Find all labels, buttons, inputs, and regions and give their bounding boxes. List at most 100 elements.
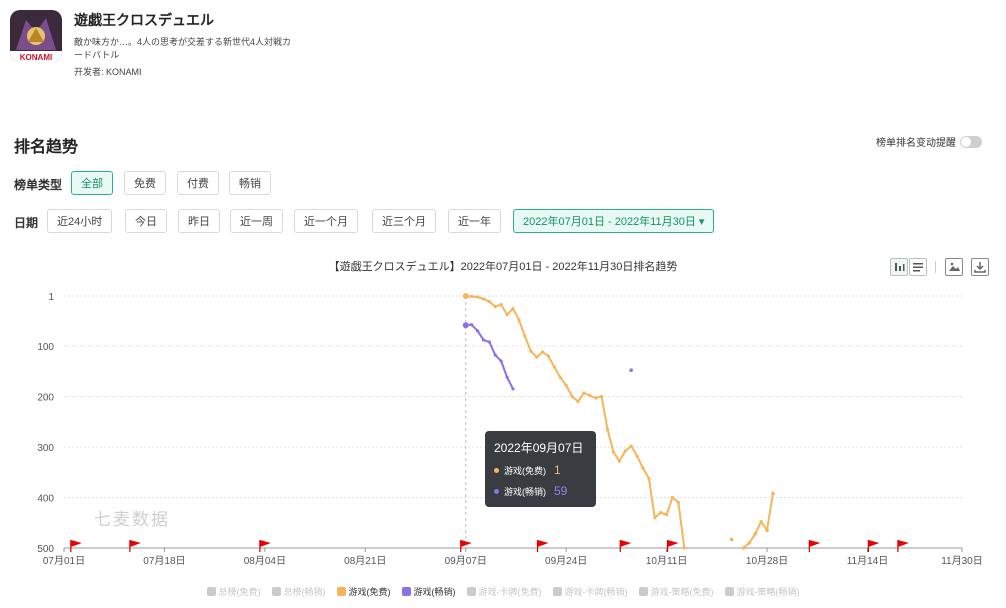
legend-item[interactable]: 游戏-策略(畅销) [724, 585, 800, 598]
date-today[interactable]: 今日 [125, 209, 167, 233]
rank-alert-toggle[interactable]: 榜单排名变动提醒 [876, 134, 982, 149]
y-tick-label: 1 [48, 292, 54, 303]
date-24h[interactable]: 近24小时 [47, 209, 113, 233]
tooltip-series-name: 游戏(免费) [504, 465, 546, 476]
series-point [517, 318, 521, 322]
series-point [570, 394, 574, 399]
event-flag-icon [809, 540, 821, 547]
series-line [465, 323, 514, 390]
series-point [493, 305, 497, 309]
date-year[interactable]: 近一年 [448, 209, 501, 233]
series-point [582, 391, 586, 395]
y-tick-label: 500 [37, 544, 54, 555]
event-flag-icon [70, 540, 82, 547]
date-range-picker[interactable]: 2022年07月01日 - 2022年11月30日 ▾ [513, 209, 715, 233]
legend-swatch-icon [336, 587, 346, 596]
date-three-months[interactable]: 近三个月 [372, 209, 436, 233]
legend-swatch-icon [271, 587, 281, 596]
series-dot-icon [494, 467, 499, 473]
legend-item[interactable]: 游戏-卡牌(畅销) [552, 585, 628, 598]
series-point [511, 307, 515, 311]
hover-point [462, 322, 469, 329]
legend-item[interactable]: 总榜(免费) [206, 585, 261, 598]
app-icon-logo-text: KONAMI [20, 53, 52, 62]
series-point [546, 354, 551, 358]
x-tick-label: 07月01日 [43, 555, 85, 567]
download-icon[interactable] [971, 258, 989, 276]
x-tick-label: 11月30日 [941, 555, 983, 567]
series-point [629, 444, 633, 448]
list-view-icon[interactable] [909, 258, 927, 276]
legend-label: 游戏-卡牌(免费) [478, 587, 542, 597]
series-point [535, 355, 539, 359]
filter-type-free[interactable]: 免费 [124, 171, 166, 195]
tooltip-row: 游戏(免费) 1 [494, 463, 587, 477]
legend-item[interactable]: 游戏-策略(免费) [638, 585, 714, 598]
rank-alert-label: 榜单排名变动提醒 [876, 138, 956, 149]
watermark: 七麦数据 [94, 510, 170, 529]
series-point [729, 537, 734, 542]
series-point [529, 349, 533, 353]
series-point [594, 396, 598, 400]
legend-swatch-icon [401, 587, 411, 596]
series-point [623, 449, 627, 453]
legend-item[interactable]: 游戏(畅销) [401, 585, 456, 598]
y-tick-label: 200 [37, 392, 54, 403]
legend-item[interactable]: 总榜(畅销) [271, 585, 326, 598]
legend-swatch-icon [552, 587, 562, 596]
event-flag-icon [897, 540, 909, 547]
legend-label: 游戏(免费) [348, 587, 391, 597]
series-point [653, 516, 657, 520]
series-point [617, 459, 621, 463]
series-point [641, 466, 645, 470]
date-month[interactable]: 近一个月 [294, 209, 358, 233]
series-line [465, 295, 686, 549]
legend-swatch-icon [724, 587, 734, 596]
legend-label: 游戏-策略(畅销) [736, 587, 800, 597]
x-tick-label: 10月11日 [646, 555, 688, 567]
legend-item[interactable]: 游戏-卡牌(免费) [466, 585, 542, 598]
save-image-icon[interactable] [945, 258, 963, 276]
date-yesterday[interactable]: 昨日 [178, 209, 220, 233]
legend-label: 游戏-卡牌(畅销) [564, 587, 628, 597]
tooltip-series-value: 59 [554, 484, 568, 498]
series-point [741, 546, 746, 550]
series-point [523, 334, 527, 338]
app-name: 遊戯王クロスデュエル [74, 12, 214, 28]
series-point [564, 383, 568, 387]
date-label: 日期 [14, 216, 39, 230]
filter-type-all[interactable]: 全部 [71, 171, 113, 195]
series-line [742, 493, 774, 549]
chart-tooltip: 2022年09月07日 游戏(免费) 1 游戏(畅销) 59 [485, 431, 596, 507]
series-point [682, 546, 686, 550]
x-tick-label: 09月07日 [445, 555, 487, 567]
y-tick-label: 400 [37, 493, 54, 504]
filter-type-grossing[interactable]: 畅销 [229, 171, 271, 195]
series-point [499, 359, 503, 363]
date-week[interactable]: 近一周 [230, 209, 283, 233]
legend-swatch-icon [638, 587, 648, 596]
event-flag-icon [667, 540, 679, 547]
toggle-switch[interactable] [960, 135, 982, 148]
filter-type-paid[interactable]: 付费 [177, 171, 219, 195]
series-point [470, 294, 474, 299]
x-tick-label: 10月28日 [746, 555, 788, 567]
legend-swatch-icon [206, 587, 216, 596]
series-point [511, 387, 515, 391]
series-point [576, 399, 580, 404]
series-point [493, 353, 497, 357]
chart-legend: 总榜(免费) 总榜(畅销) 游戏(免费) 游戏(畅销) 游戏-卡牌(免费) 游戏-卡牌(畅… [0, 585, 1006, 598]
legend-item[interactable]: 游戏(免费) [336, 585, 391, 598]
series-point [552, 365, 556, 369]
y-tick-label: 100 [37, 342, 54, 353]
series-point [647, 476, 651, 480]
series-point [505, 375, 509, 379]
tooltip-series-name: 游戏(畅销) [504, 486, 546, 497]
series-point [676, 500, 681, 505]
chart-type-label: 榜单类型 [14, 178, 63, 192]
series-point [475, 329, 480, 333]
bar-view-icon[interactable] [890, 258, 908, 276]
series-point [588, 393, 592, 398]
y-tick-label: 300 [37, 443, 54, 454]
series-point [611, 450, 616, 454]
